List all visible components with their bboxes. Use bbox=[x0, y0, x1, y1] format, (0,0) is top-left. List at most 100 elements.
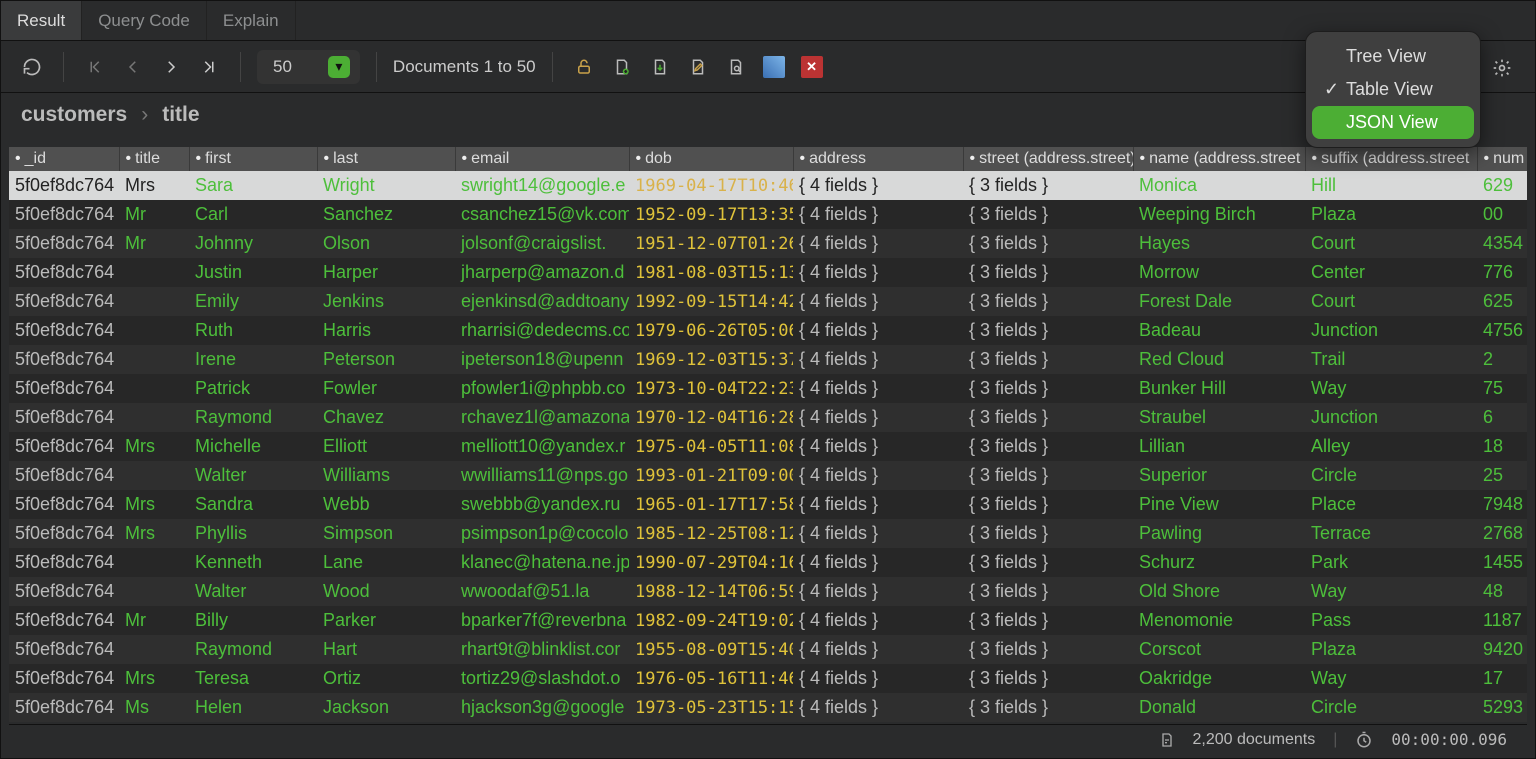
cell[interactable]: Sanchez bbox=[317, 200, 455, 229]
cell[interactable]: { 3 fields } bbox=[963, 316, 1133, 345]
col-address[interactable]: •address bbox=[793, 147, 963, 171]
cell[interactable]: 1979-06-26T05:06 bbox=[629, 316, 793, 345]
table-row[interactable]: 5f0ef8dc764RaymondChavezrchavez1l@amazon… bbox=[9, 403, 1527, 432]
cell[interactable]: 5293 bbox=[1477, 693, 1527, 722]
cell[interactable]: 5f0ef8dc764 bbox=[9, 171, 119, 200]
cell[interactable]: { 3 fields } bbox=[963, 548, 1133, 577]
cell[interactable]: { 4 fields } bbox=[793, 374, 963, 403]
cell[interactable]: { 4 fields } bbox=[793, 316, 963, 345]
cell[interactable]: Way bbox=[1305, 664, 1477, 693]
cell[interactable]: Peterson bbox=[317, 345, 455, 374]
table-row[interactable]: 5f0ef8dc764MrsPhyllisSimpsonpsimpson1p@c… bbox=[9, 519, 1527, 548]
table-row[interactable]: 5f0ef8dc764MrsTeresaOrtiztortiz29@slashd… bbox=[9, 664, 1527, 693]
cell[interactable]: { 3 fields } bbox=[963, 258, 1133, 287]
cell[interactable]: 1969-12-03T15:37 bbox=[629, 345, 793, 374]
cell[interactable]: Justin bbox=[189, 258, 317, 287]
cell[interactable]: tortiz29@slashdot.o bbox=[455, 664, 629, 693]
cell[interactable]: { 3 fields } bbox=[963, 374, 1133, 403]
cell[interactable]: Mr bbox=[119, 606, 189, 635]
cell[interactable]: 1990-07-29T04:16 bbox=[629, 548, 793, 577]
col-email[interactable]: •email bbox=[455, 147, 629, 171]
cell[interactable]: Park bbox=[1305, 548, 1477, 577]
cell[interactable]: jharperp@amazon.d bbox=[455, 258, 629, 287]
table-row[interactable]: 5f0ef8dc764MrBillyParkerbparker7f@reverb… bbox=[9, 606, 1527, 635]
col-street[interactable]: •street (address.street) bbox=[963, 147, 1133, 171]
cell[interactable]: 25 bbox=[1477, 461, 1527, 490]
cell[interactable]: Harper bbox=[317, 258, 455, 287]
refresh-icon[interactable] bbox=[17, 52, 47, 82]
cell[interactable]: Way bbox=[1305, 577, 1477, 606]
cell[interactable]: 1985-12-25T08:12 bbox=[629, 519, 793, 548]
cell[interactable]: Red Cloud bbox=[1133, 345, 1305, 374]
cell[interactable]: 5f0ef8dc764 bbox=[9, 664, 119, 693]
cell[interactable]: 5f0ef8dc764 bbox=[9, 287, 119, 316]
cell[interactable]: Teresa bbox=[189, 664, 317, 693]
cell[interactable]: 48 bbox=[1477, 577, 1527, 606]
cell[interactable]: Straubel bbox=[1133, 403, 1305, 432]
cell[interactable]: Parker bbox=[317, 606, 455, 635]
cell[interactable] bbox=[119, 287, 189, 316]
cell[interactable]: Hill bbox=[1305, 171, 1477, 200]
cell[interactable]: 1955-08-09T15:40 bbox=[629, 635, 793, 664]
table-row[interactable]: 5f0ef8dc764RaymondHartrhart9t@blinklist.… bbox=[9, 635, 1527, 664]
cell[interactable]: wwilliams11@nps.go bbox=[455, 461, 629, 490]
cell[interactable]: Mrs bbox=[119, 519, 189, 548]
cell[interactable]: 1988-12-14T06:59 bbox=[629, 577, 793, 606]
cell[interactable]: Carl bbox=[189, 200, 317, 229]
cell[interactable]: Jackson bbox=[317, 693, 455, 722]
cell[interactable]: 17 bbox=[1477, 664, 1527, 693]
cell[interactable]: { 4 fields } bbox=[793, 200, 963, 229]
cell[interactable]: Mr bbox=[119, 229, 189, 258]
cell[interactable]: pfowler1i@phpbb.co bbox=[455, 374, 629, 403]
import-document-icon[interactable] bbox=[645, 52, 675, 82]
cell[interactable]: 1951-12-07T01:26 bbox=[629, 229, 793, 258]
cell[interactable] bbox=[119, 403, 189, 432]
cell[interactable]: Plaza bbox=[1305, 200, 1477, 229]
cell[interactable]: { 3 fields } bbox=[963, 606, 1133, 635]
cell[interactable]: Ms bbox=[119, 693, 189, 722]
first-page-icon[interactable] bbox=[80, 52, 110, 82]
cell[interactable]: 00 bbox=[1477, 200, 1527, 229]
col-suffix[interactable]: •suffix (address.street bbox=[1305, 147, 1477, 171]
cell[interactable]: { 4 fields } bbox=[793, 519, 963, 548]
cell[interactable]: Badeau bbox=[1133, 316, 1305, 345]
cell[interactable]: { 3 fields } bbox=[963, 519, 1133, 548]
cell[interactable]: Mrs bbox=[119, 432, 189, 461]
last-page-icon[interactable] bbox=[194, 52, 224, 82]
table-row[interactable]: 5f0ef8dc764MrCarlSanchezcsanchez15@vk.co… bbox=[9, 200, 1527, 229]
cell[interactable]: 1970-12-04T16:28 bbox=[629, 403, 793, 432]
cell[interactable]: Walter bbox=[189, 461, 317, 490]
cell[interactable]: Terrace bbox=[1305, 519, 1477, 548]
cell[interactable]: { 3 fields } bbox=[963, 577, 1133, 606]
cell[interactable]: Plaza bbox=[1305, 635, 1477, 664]
cell[interactable]: { 3 fields } bbox=[963, 403, 1133, 432]
table-row[interactable]: 5f0ef8dc764PatrickFowlerpfowler1i@phpbb.… bbox=[9, 374, 1527, 403]
col-title[interactable]: •title bbox=[119, 147, 189, 171]
cell[interactable]: Webb bbox=[317, 490, 455, 519]
table-row[interactable]: 5f0ef8dc764EmilyJenkinsejenkinsd@addtoan… bbox=[9, 287, 1527, 316]
cell[interactable]: Ruth bbox=[189, 316, 317, 345]
cell[interactable]: { 3 fields } bbox=[963, 490, 1133, 519]
cell[interactable]: Morrow bbox=[1133, 258, 1305, 287]
table-row[interactable]: 5f0ef8dc764JustinHarperjharperp@amazon.d… bbox=[9, 258, 1527, 287]
cell[interactable]: { 3 fields } bbox=[963, 664, 1133, 693]
cell[interactable]: Walter bbox=[189, 577, 317, 606]
cell[interactable]: Jenkins bbox=[317, 287, 455, 316]
cell[interactable]: Circle bbox=[1305, 461, 1477, 490]
cell[interactable]: 5f0ef8dc764 bbox=[9, 374, 119, 403]
cell[interactable]: 18 bbox=[1477, 432, 1527, 461]
chart-icon[interactable] bbox=[759, 52, 789, 82]
table-row[interactable]: 5f0ef8dc764MrsSaraWrightswright14@google… bbox=[9, 171, 1527, 200]
edit-document-icon[interactable] bbox=[683, 52, 713, 82]
cell[interactable]: 629 bbox=[1477, 171, 1527, 200]
cell[interactable]: 5f0ef8dc764 bbox=[9, 345, 119, 374]
cell[interactable]: { 4 fields } bbox=[793, 664, 963, 693]
cell[interactable]: 1455 bbox=[1477, 548, 1527, 577]
cell[interactable]: Corscot bbox=[1133, 635, 1305, 664]
cell[interactable]: Johnny bbox=[189, 229, 317, 258]
cell[interactable]: Court bbox=[1305, 287, 1477, 316]
col-name[interactable]: •name (address.street bbox=[1133, 147, 1305, 171]
cell[interactable]: wwoodaf@51.la bbox=[455, 577, 629, 606]
cell[interactable]: 5f0ef8dc764 bbox=[9, 577, 119, 606]
cell[interactable]: Junction bbox=[1305, 403, 1477, 432]
